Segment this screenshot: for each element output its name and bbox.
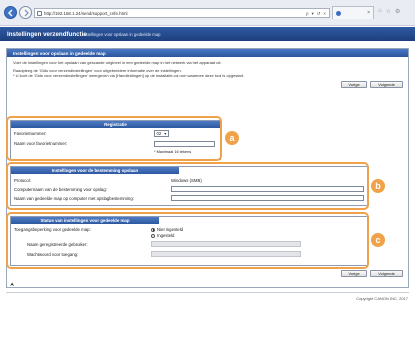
app-header: Instellingen verzendfunctie Instellingen… (0, 27, 415, 41)
arrow-right-icon (24, 9, 29, 16)
tab-close-icon[interactable]: × (367, 10, 370, 16)
home-icon[interactable]: ⌂ (378, 8, 382, 15)
settings-gear-icon[interactable]: ⚙ (395, 8, 400, 15)
scroll-top-icon[interactable]: ⮝ (10, 282, 14, 288)
callout-b-outline (6, 162, 369, 210)
arrow-left-icon (7, 9, 12, 16)
stop-icon[interactable]: × (323, 11, 326, 17)
prev-button-bottom[interactable]: Vorige (341, 270, 367, 277)
search-icon[interactable]: ρ (306, 11, 309, 17)
footer-divider (6, 292, 409, 293)
back-button[interactable] (4, 6, 17, 19)
section-header: Instellingen voor opslaan in gedeelde ma… (7, 49, 408, 57)
page-icon (37, 11, 42, 16)
next-button-top[interactable]: Volgende (370, 81, 403, 88)
callout-c-badge: c (371, 233, 385, 247)
address-url: http://192.168.1.24/send/support_cnfe.ht… (44, 10, 128, 16)
app-subtitle: Instellingen voor opslaan in gedeelde ma… (82, 31, 161, 37)
section-title: Instellingen voor opslaan in gedeelde ma… (13, 50, 106, 56)
app-title: Instellingen verzendfunctie (7, 30, 87, 38)
address-bar[interactable]: http://192.168.1.24/send/support_cnfe.ht… (34, 8, 330, 18)
browser-tab[interactable]: × (332, 6, 374, 19)
forward-button[interactable] (19, 6, 32, 19)
copyright-text: Copyright CANON INC. 2017 (356, 296, 408, 301)
refresh-icon[interactable]: ↺ (317, 11, 321, 17)
section-description: Voer de instellingen voor het opslaan va… (13, 60, 222, 65)
browser-toolbar: http://192.168.1.24/send/support_cnfe.ht… (0, 0, 415, 26)
callout-c-outline (6, 212, 369, 269)
callout-a-outline (6, 116, 222, 161)
dropdown-icon[interactable]: ▾ (312, 11, 314, 17)
next-button-bottom[interactable]: Volgende (370, 270, 403, 277)
favorites-icon[interactable]: ☆ (386, 8, 391, 15)
tab-favicon-icon (336, 11, 341, 16)
guide-note: * U kunt de 'Gids voor verzendinstelling… (13, 73, 245, 78)
callout-b-badge: b (371, 179, 385, 193)
callout-a-badge: a (225, 131, 239, 145)
prev-button-top[interactable]: Vorige (341, 81, 367, 88)
